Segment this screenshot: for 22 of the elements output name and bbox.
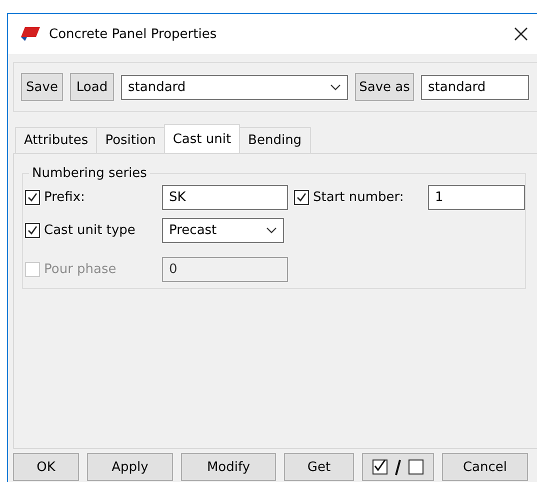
checkbox-label: Prefix: — [44, 190, 85, 205]
window-title: Concrete Panel Properties — [49, 26, 218, 42]
save-button[interactable]: Save — [21, 73, 63, 101]
start-number-field[interactable]: 1 — [428, 185, 525, 210]
checkbox-label: Start number: — [313, 190, 404, 205]
load-button[interactable]: Load — [70, 73, 114, 101]
dialog-button[interactable]: Cancel — [442, 453, 528, 481]
preset-name-field[interactable]: standard — [421, 74, 529, 100]
prefix-field[interactable]: SK — [162, 185, 288, 210]
save-as-button[interactable]: Save as — [355, 73, 414, 101]
dialog-button[interactable]: Get — [284, 453, 354, 481]
dialog-button[interactable]: Apply — [87, 453, 173, 481]
tab[interactable]: Attributes — [15, 127, 98, 153]
tab[interactable]: Bending — [239, 127, 311, 153]
preset-dropdown[interactable]: standard — [121, 74, 348, 100]
tab[interactable]: Cast unit — [164, 124, 240, 153]
group-title: Numbering series — [31, 166, 148, 181]
checkbox-label: Pour phase — [44, 262, 116, 277]
dialog-button[interactable]: OK — [13, 453, 79, 481]
dialog-button[interactable]: Modify — [181, 453, 276, 481]
cast-unit-type-dropdown[interactable]: Precast — [162, 218, 284, 243]
checkbox-label: Cast unit type — [44, 223, 136, 238]
